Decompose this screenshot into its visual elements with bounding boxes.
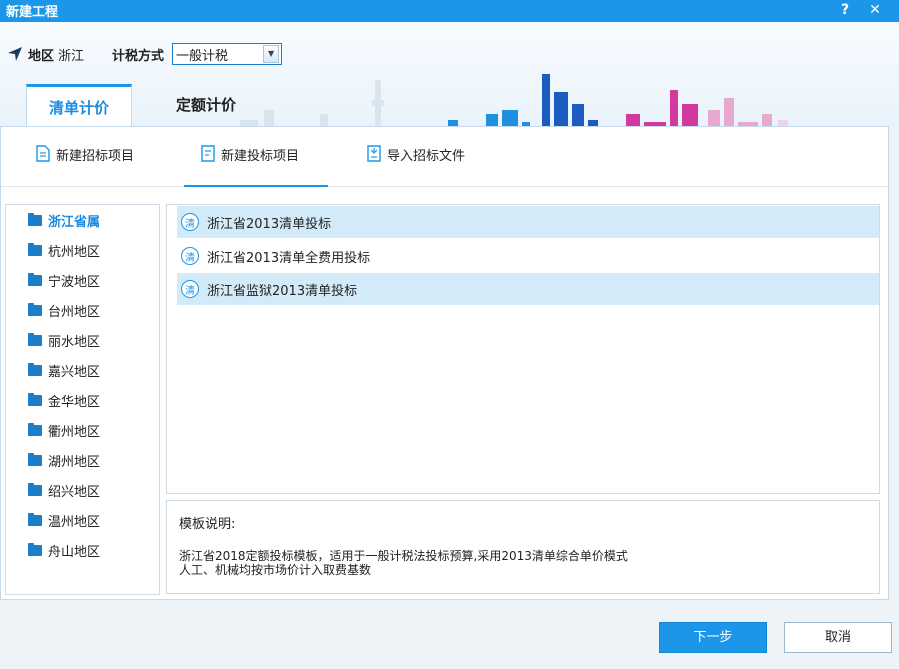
tab-new-bid-project[interactable]: 新建投标项目 [184,145,328,187]
region-row: 地区 浙江 计税方式 一般计税 ▼ [6,42,283,66]
folder-icon [28,482,42,496]
subtab-bar: 新建招标项目 新建投标项目 导入招标文件 [1,127,888,187]
tab-quota-pricing[interactable]: 定额计价 [154,84,258,126]
description-text: 浙江省2018定额投标模板，适用于一般计税法投标预算,采用2013清单综合单价模… [179,549,869,577]
region-item-zhejiang[interactable]: 浙江省属 [28,210,100,230]
region-item[interactable]: 绍兴地区 [28,480,100,500]
region-item[interactable]: 宁波地区 [28,270,100,290]
document-edit-icon [201,145,215,162]
tab-new-tender-project[interactable]: 新建招标项目 [35,145,134,187]
region-item[interactable]: 嘉兴地区 [28,360,100,380]
folder-icon [28,302,42,316]
folder-icon [28,332,42,346]
region-item[interactable]: 温州地区 [28,510,100,530]
tax-method-label: 计税方式 [112,48,165,64]
description-title: 模板说明: [179,517,236,532]
subtab-label: 导入招标文件 [387,149,466,164]
folder-icon [28,212,42,226]
folder-icon [28,422,42,436]
region-item[interactable]: 杭州地区 [28,240,100,260]
description-line: 浙江省2018定额投标模板，适用于一般计税法投标预算,采用2013清单综合单价模… [179,549,628,563]
region-item[interactable]: 湖州地区 [28,450,100,470]
tab-list-pricing[interactable]: 清单计价 [26,84,133,126]
folder-icon [28,362,42,376]
region-item[interactable]: 丽水地区 [28,330,100,350]
import-file-icon [367,145,381,162]
region-list: 浙江省属 杭州地区 宁波地区 台州地区 丽水地区 嘉兴地区 金华地区 衢州地区 … [5,204,160,595]
header: 地区 浙江 计税方式 一般计税 ▼ 清单计价 定额计价 [0,22,899,126]
description-line: 人工、机械均按市场价计入取费基数 [179,563,372,577]
folder-icon [28,512,42,526]
city-skyline-illustration [240,74,788,126]
folder-icon [28,452,42,466]
document-icon [36,145,50,162]
region-item[interactable]: 衢州地区 [28,420,100,440]
region-item[interactable]: 金华地区 [28,390,100,410]
folder-icon [28,242,42,256]
region-item[interactable]: 舟山地区 [28,540,100,560]
region-value: 浙江 [58,48,85,64]
close-button[interactable]: ✕ [864,0,886,22]
title-bar: 新建工程 ? ✕ [0,0,899,22]
folder-icon [28,392,42,406]
tax-method-value: 一般计税 [176,48,229,64]
folder-icon [28,542,42,556]
template-item[interactable]: 清 浙江省2013清单投标 [177,206,879,238]
template-list: 清 浙江省2013清单投标 清 浙江省2013清单全费用投标 清 浙江省监狱20… [166,204,880,494]
template-label: 浙江省2013清单投标 [207,216,332,232]
template-description: 模板说明: 浙江省2018定额投标模板，适用于一般计税法投标预算,采用2013清… [166,500,880,594]
template-item[interactable]: 清 浙江省监狱2013清单投标 [177,273,879,305]
region-item[interactable]: 台州地区 [28,300,100,320]
tab-import-tender-file[interactable]: 导入招标文件 [366,145,465,187]
help-button[interactable]: ? [834,0,856,22]
cancel-button[interactable]: 取消 [784,622,892,653]
list-badge-icon: 清 [181,247,199,265]
template-label: 浙江省监狱2013清单投标 [207,283,358,299]
window-title: 新建工程 [6,5,59,20]
subtab-label: 新建招标项目 [56,149,135,164]
chevron-down-icon[interactable]: ▼ [263,45,280,63]
template-label: 浙江省2013清单全费用投标 [207,250,371,266]
folder-icon [28,272,42,286]
tax-method-select[interactable]: 一般计税 ▼ [172,43,283,65]
template-item[interactable]: 清 浙江省2013清单全费用投标 [177,240,879,272]
subtab-label: 新建投标项目 [221,149,300,164]
main-panel: 新建招标项目 新建投标项目 导入招标文件 浙江省属 杭州地区 宁波地区 台州地区… [0,126,889,600]
region-label: 地区 [28,48,55,64]
location-arrow-icon [8,47,22,61]
list-badge-icon: 清 [181,280,199,298]
list-badge-icon: 清 [181,213,199,231]
next-button[interactable]: 下一步 [659,622,767,653]
